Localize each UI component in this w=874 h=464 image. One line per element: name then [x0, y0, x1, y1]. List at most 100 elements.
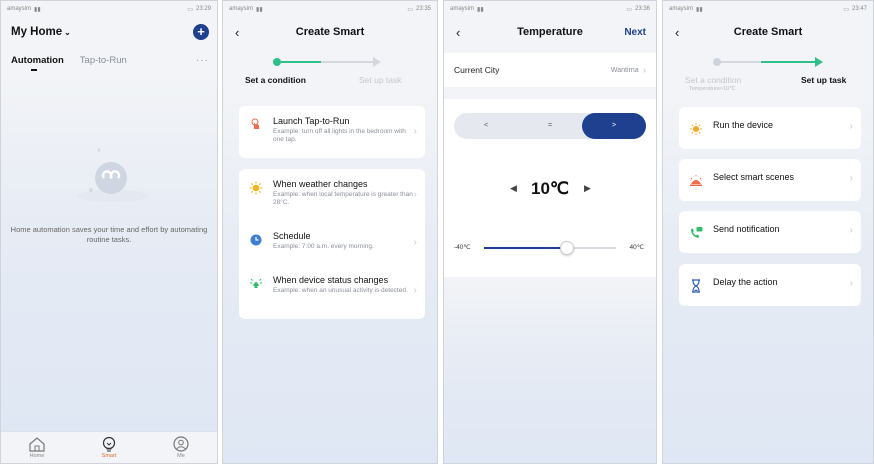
- status-bar: amaysim ▮▮ ▭ 23:35: [223, 1, 437, 17]
- phone-create-smart-condition: amaysim ▮▮ ▭ 23:35 ‹ Create Smart Set a co…: [222, 0, 438, 464]
- chevron-right-icon: ›: [413, 189, 417, 200]
- battery-icon: ▭: [626, 6, 632, 13]
- condition-example: Example: turn off all lights in the bedr…: [273, 128, 406, 143]
- condition-example: Example: when an unusual activity is det…: [273, 287, 408, 294]
- tabbar-smart[interactable]: Smart: [89, 436, 129, 459]
- comparison-selector: < = >: [454, 113, 646, 139]
- chevron-right-icon: ›: [849, 225, 853, 236]
- phone-create-smart-task: amaysim ▮▮ ▭ 23:47 ‹ Create Smart Set a co…: [662, 0, 874, 464]
- home-selector[interactable]: My Home ⌄: [11, 26, 71, 38]
- lightbulb-icon: [102, 436, 116, 452]
- phone-temperature: amaysim ▮▮ ▭ 23:36 ‹ Temperature Next Curr…: [443, 0, 657, 464]
- status-bar: amaysim ▮▮ ▭ 23:29: [1, 1, 217, 17]
- action-label: Delay the action: [713, 277, 778, 287]
- step-label-condition: Set a condition: [245, 75, 306, 85]
- step-line-active: [761, 61, 815, 63]
- step-dot-condition: [273, 58, 281, 66]
- sun-icon: [249, 181, 263, 195]
- chevron-right-icon: ›: [849, 121, 853, 132]
- greater-than-option[interactable]: >: [582, 113, 646, 139]
- bottom-tab-bar: Home Smart Me: [1, 431, 217, 463]
- scene-icon: [690, 175, 702, 186]
- next-button[interactable]: Next: [624, 27, 646, 38]
- condition-device-status[interactable]: When device status changes Example: when…: [239, 275, 425, 295]
- step-arrow-icon: [815, 57, 823, 67]
- signal-icon: ▮▮: [34, 6, 41, 13]
- home-header: My Home ⌄ +: [11, 19, 209, 45]
- chevron-right-icon: ›: [413, 126, 417, 137]
- back-button[interactable]: ‹: [235, 25, 239, 40]
- condition-summary: Temperature>10℃: [689, 86, 736, 92]
- action-label: Run the device: [713, 120, 774, 130]
- empty-automation-illustration: [77, 148, 149, 202]
- city-label: Current City: [454, 65, 500, 75]
- carrier-label: amaysim: [7, 6, 32, 12]
- empty-state-text: Home automation saves your time and effo…: [10, 225, 208, 244]
- status-time: 23:47: [851, 6, 867, 12]
- automation-tabs: Automation Tap-to-Run ···: [11, 51, 209, 71]
- chevron-down-icon: ⌄: [64, 27, 71, 37]
- tap-hand-icon: [251, 118, 259, 129]
- action-select-smart-scenes[interactable]: Select smart scenes ›: [679, 159, 861, 201]
- action-send-notification[interactable]: Send notification ›: [679, 211, 861, 253]
- step-label-task: Set up task: [801, 75, 847, 85]
- signal-icon: ▮▮: [256, 6, 263, 13]
- status-bar: amaysim ▮▮ ▭ 23:47: [663, 1, 873, 17]
- action-delay[interactable]: Delay the action ›: [679, 264, 861, 306]
- status-time: 23:36: [634, 6, 650, 12]
- equal-option[interactable]: =: [518, 113, 582, 139]
- condition-example: Example: 7:00 a.m. every morning.: [273, 243, 374, 250]
- hourglass-icon: [692, 279, 700, 293]
- signal-icon: ▮▮: [477, 6, 484, 13]
- step-line-done: [721, 61, 761, 63]
- carrier-label: amaysim: [450, 6, 475, 12]
- step-arrow-icon: [373, 57, 381, 67]
- add-automation-button[interactable]: +: [193, 24, 209, 40]
- tabbar-home-label: Home: [29, 453, 45, 459]
- action-run-device[interactable]: Run the device ›: [679, 107, 861, 149]
- temperature-panel: < = > ◀ 10℃ ▶ -40℃ 40℃: [444, 99, 656, 277]
- slider-min-label: -40℃: [454, 244, 471, 251]
- page-title: Temperature: [517, 26, 583, 38]
- slider-fill: [484, 247, 567, 249]
- step-indicator: Set a condition Temperature>10℃ Set up t…: [663, 51, 873, 92]
- temperature-slider[interactable]: [484, 241, 616, 255]
- back-button[interactable]: ‹: [456, 25, 460, 40]
- step-label-condition[interactable]: Set a condition: [685, 75, 741, 85]
- chevron-right-icon: ›: [413, 285, 417, 296]
- chevron-right-icon: ›: [642, 64, 646, 76]
- more-options-button[interactable]: ···: [196, 55, 209, 66]
- slider-handle[interactable]: [559, 241, 574, 255]
- condition-title: Schedule: [273, 231, 311, 241]
- back-button[interactable]: ‹: [675, 25, 679, 40]
- action-label: Select smart scenes: [713, 172, 795, 182]
- chevron-right-icon: ›: [413, 237, 417, 248]
- status-bar: amaysim ▮▮ ▭ 23:36: [444, 1, 656, 17]
- sun-device-icon: [690, 123, 702, 135]
- home-title: My Home: [11, 26, 63, 38]
- tab-tap-to-run[interactable]: Tap-to-Run: [80, 55, 127, 66]
- nav-bar: ‹ Create Smart: [663, 19, 873, 45]
- carrier-label: amaysim: [229, 6, 254, 12]
- chevron-right-icon: ›: [849, 173, 853, 184]
- phone-automation: amaysim ▮▮ ▭ 23:29 My Home ⌄ + Automation …: [0, 0, 218, 464]
- status-time: 23:35: [415, 6, 431, 12]
- battery-icon: ▭: [843, 6, 849, 13]
- profile-icon: [173, 436, 189, 452]
- tap-to-run-card[interactable]: Launch Tap-to-Run Example: turn off all …: [239, 106, 425, 158]
- current-city-row[interactable]: Current City Wantirna ›: [444, 53, 656, 87]
- empty-area: [1, 73, 217, 431]
- condition-weather-changes[interactable]: When weather changes Example: when local…: [239, 179, 425, 207]
- condition-title: When weather changes: [273, 179, 368, 189]
- less-than-option[interactable]: <: [454, 113, 518, 139]
- condition-schedule[interactable]: Schedule Example: 7:00 a.m. every mornin…: [239, 231, 425, 251]
- nav-bar: ‹ Create Smart: [223, 19, 437, 45]
- tabbar-me[interactable]: Me: [161, 436, 201, 459]
- condition-launch-tap-to-run[interactable]: Launch Tap-to-Run Example: turn off all …: [239, 116, 425, 144]
- chevron-right-icon: ›: [849, 278, 853, 289]
- tab-automation[interactable]: Automation: [11, 55, 64, 71]
- tabbar-home[interactable]: Home: [17, 436, 57, 459]
- phone-message-icon: [691, 227, 703, 238]
- condition-list-card: When weather changes Example: when local…: [239, 169, 425, 319]
- increase-temp-button[interactable]: ▶: [584, 183, 591, 194]
